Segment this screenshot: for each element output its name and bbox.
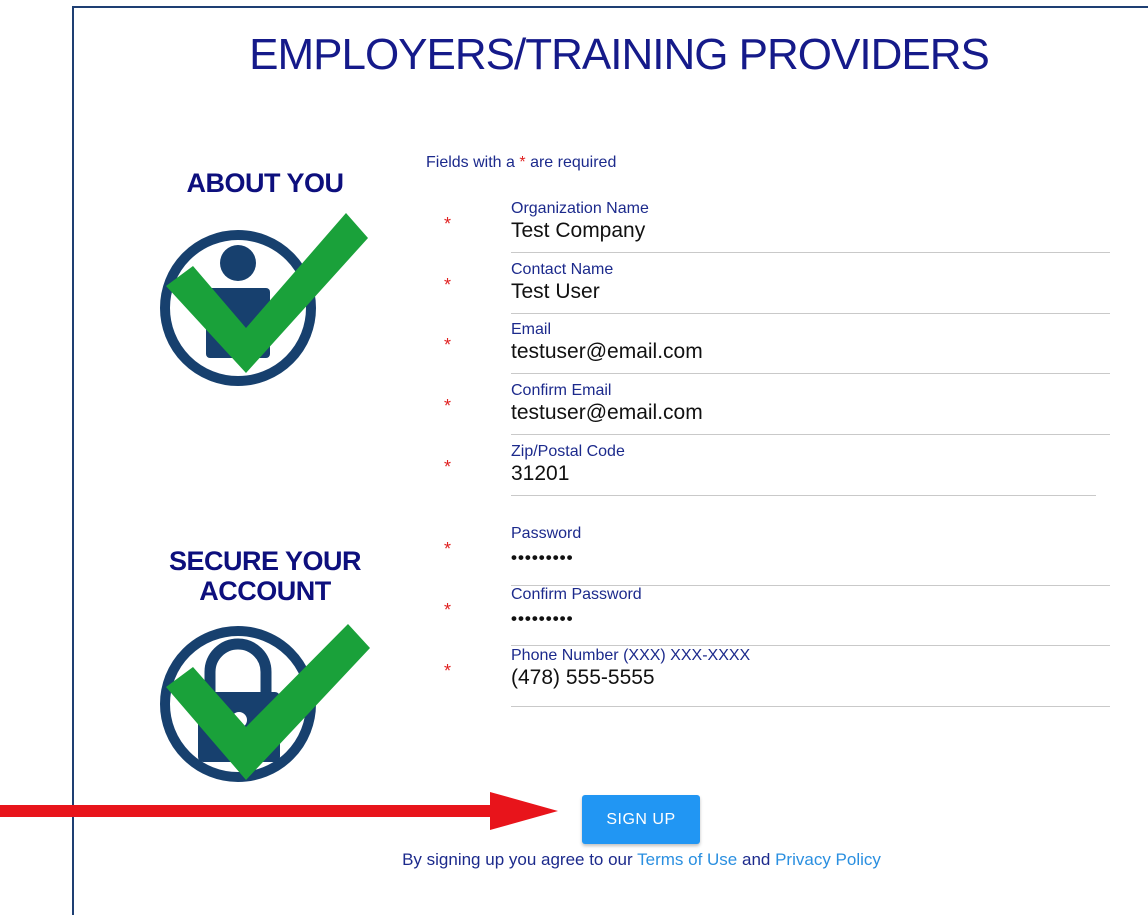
organization-name-input[interactable]: Test Company [511,218,645,244]
confirm-email-input[interactable]: testuser@email.com [511,400,703,426]
required-star: * [444,335,452,355]
terms-of-use-link[interactable]: Terms of Use [637,850,737,869]
required-star: * [444,396,452,416]
required-star: * [444,457,452,477]
terms-agreement-text: By signing up you agree to our Terms of … [402,850,881,869]
field-underline [511,706,1110,707]
privacy-policy-link[interactable]: Privacy Policy [775,850,881,869]
field-underline [511,495,1096,496]
required-star: * [444,214,452,234]
zip-code-input[interactable]: 31201 [511,461,569,487]
required-star: * [444,539,452,559]
about-you-heading: ABOUT YOU [186,168,344,198]
page-title: EMPLOYERS/TRAINING PROVIDERS [249,30,990,79]
secure-heading-line1: SECURE YOUR [168,546,362,576]
secure-heading-line2: ACCOUNT [199,576,331,606]
field-underline [511,313,1110,314]
field-label: Email [511,321,552,338]
confirm-password-input[interactable]: ••••••••• [511,606,574,632]
password-input[interactable]: ••••••••• [511,545,574,571]
required-star: * [519,154,526,171]
person-check-icon [160,213,368,386]
required-star: * [444,661,452,681]
field-label: Contact Name [511,261,614,278]
field-label: Confirm Password [511,586,642,603]
required-star: * [444,600,452,620]
field-label: Phone Number (XXX) XXX-XXXX [511,647,751,664]
field-underline [511,434,1110,435]
field-underline [511,252,1110,253]
secure-account-heading: SECURE YOUR ACCOUNT [150,546,380,606]
red-arrow-icon [0,792,558,830]
lock-check-icon [160,624,370,782]
field-underline [511,373,1110,374]
field-label: Zip/Postal Code [511,443,625,460]
required-fields-note: Fields with a * are required [426,154,617,171]
sign-up-button[interactable]: SIGN UP [582,795,700,844]
email-input[interactable]: testuser@email.com [511,339,703,365]
required-star: * [444,275,452,295]
field-label: Organization Name [511,200,649,217]
phone-number-input[interactable]: (478) 555-5555 [511,665,655,691]
field-underline [511,645,1110,646]
field-label: Confirm Email [511,382,612,399]
field-label: Password [511,525,582,542]
contact-name-input[interactable]: Test User [511,279,600,305]
